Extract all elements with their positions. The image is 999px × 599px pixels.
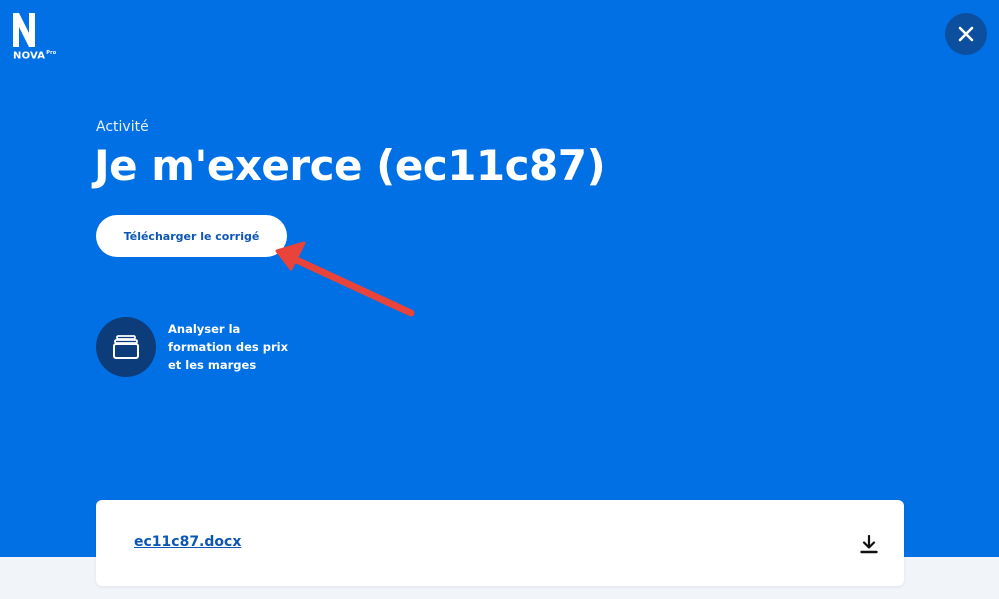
download-icon <box>860 534 878 554</box>
file-card: ec11c87.docx <box>96 500 904 586</box>
activity-label: Analyser la formation des prix et les ma… <box>168 322 288 372</box>
cards-stack-icon <box>113 335 139 359</box>
activity-link[interactable]: Analyser la formation des prix et les ma… <box>96 317 298 377</box>
activity-icon-badge <box>96 317 156 377</box>
download-file-button[interactable] <box>858 533 880 555</box>
file-link[interactable]: ec11c87.docx <box>134 534 241 550</box>
